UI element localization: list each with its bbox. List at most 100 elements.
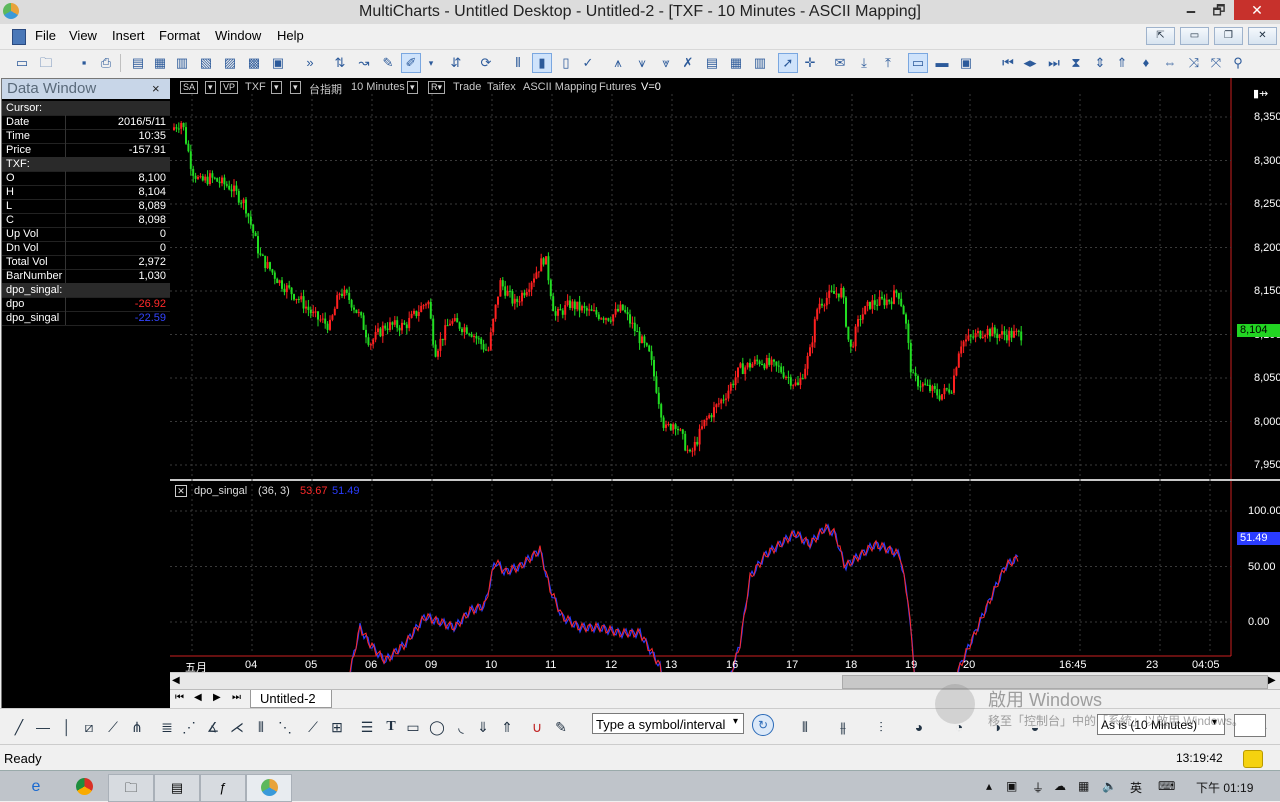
kagi-icon[interactable]: ⩔ xyxy=(656,53,676,73)
tick-chart-icon[interactable]: ⫴ xyxy=(796,718,814,736)
crosshair-icon[interactable]: ✛ xyxy=(800,53,820,73)
format-icon[interactable]: ✎ xyxy=(378,53,398,73)
text-tool-icon[interactable]: T xyxy=(382,718,400,736)
trend-line-icon[interactable]: ╱ xyxy=(10,718,28,736)
mdi-close-button[interactable]: ✕ xyxy=(1248,27,1277,45)
symbol-input[interactable]: Type a symbol/interval xyxy=(592,713,744,734)
zoom-y-icon[interactable]: ⇕ xyxy=(1090,53,1110,73)
magnet-icon[interactable]: ∪ xyxy=(528,718,546,736)
ray-icon[interactable]: ⟋ xyxy=(104,718,122,736)
menu-view[interactable]: View xyxy=(69,28,97,43)
mdi-restore-button[interactable]: ❐ xyxy=(1214,27,1243,45)
channel-icon[interactable]: ⧄ xyxy=(80,718,98,736)
scanner-icon[interactable]: ▦ xyxy=(150,53,170,73)
tab-prev-icon[interactable]: ◀ xyxy=(194,692,202,703)
restore-button[interactable]: 🗗 xyxy=(1204,0,1234,20)
market-profile-icon[interactable]: ▥ xyxy=(750,53,770,73)
heatmap-icon[interactable]: ▦ xyxy=(726,53,746,73)
arrow-up-icon[interactable]: ⤒ xyxy=(878,53,898,73)
grid-tool-icon[interactable]: ⊞ xyxy=(328,718,346,736)
menu-window[interactable]: Window xyxy=(215,28,261,43)
portfolio-icon[interactable]: ▩ xyxy=(244,53,264,73)
draw-mode-dropdown-icon[interactable]: ▾ xyxy=(421,53,441,73)
expand-icon[interactable]: ⤨ xyxy=(1184,53,1204,73)
fibonacci-icon[interactable]: ≣ xyxy=(158,718,176,736)
symbol-list-dropdown-icon[interactable]: ▾ xyxy=(290,81,301,94)
axis-settings-icon[interactable]: ▮⇸ xyxy=(1253,87,1268,100)
scroll-back-icon[interactable]: ◂▸ xyxy=(1020,53,1040,73)
xo-icon[interactable]: ✗ xyxy=(678,53,698,73)
ohlc-bar-icon[interactable]: ⫴ xyxy=(508,53,528,73)
arc-icon[interactable]: ◟ xyxy=(452,718,470,736)
notepad-icon[interactable]: ▤ xyxy=(154,774,200,802)
open-folder-icon[interactable]: 🗀 xyxy=(36,53,56,73)
insert-indicator-icon[interactable]: ⇅ xyxy=(330,53,350,73)
sa-dropdown-icon[interactable]: ▾ xyxy=(205,81,216,94)
chrome-icon[interactable] xyxy=(62,774,106,800)
scroll-right-arrow-icon[interactable]: ▶ xyxy=(1268,675,1276,686)
report-icon[interactable]: ▣ xyxy=(268,53,288,73)
file-explorer-icon[interactable]: 🗀 xyxy=(108,774,154,802)
range-chart-icon[interactable]: ⫶ xyxy=(872,718,890,736)
ie-icon[interactable]: e xyxy=(14,774,58,800)
scroll-left-icon[interactable]: ⏮ xyxy=(998,53,1018,73)
sa-button[interactable]: SA xyxy=(180,81,199,94)
pointer-icon[interactable]: ➚ xyxy=(778,53,798,73)
save-icon[interactable]: ▪ xyxy=(74,53,94,73)
andrews-pitchfork-icon[interactable]: ⋔ xyxy=(128,718,146,736)
symbol-dropdown-icon[interactable]: ▾ xyxy=(271,81,282,94)
renko-chart-icon[interactable]: ◕ xyxy=(910,718,928,736)
zoom-icon[interactable]: ⚲ xyxy=(1228,53,1248,73)
usb-icon[interactable]: ⏚ xyxy=(1032,779,1044,796)
vp-button[interactable]: VP xyxy=(220,81,239,94)
chart-window-icon[interactable]: ▤ xyxy=(128,53,148,73)
data-window-icon[interactable]: ▭ xyxy=(908,53,928,73)
gann-fan-icon[interactable]: ⋌ xyxy=(228,718,246,736)
network-icon[interactable]: ▦ xyxy=(1078,779,1089,793)
fib-fan-icon[interactable]: ⋰ xyxy=(180,718,198,736)
rectangle-icon[interactable]: ▭ xyxy=(404,718,422,736)
move-horizontal-icon[interactable]: ⇔ xyxy=(1160,53,1180,73)
eraser-icon[interactable]: ✎ xyxy=(552,718,570,736)
interval-dropdown-icon[interactable]: ▾ xyxy=(407,81,418,94)
down-arrow-icon[interactable]: ⇓ xyxy=(474,718,492,736)
volume-chart-icon[interactable]: ⫵ xyxy=(834,718,852,736)
volume-icon[interactable]: 🔈 xyxy=(1102,779,1117,793)
order-ticket-icon[interactable]: ▣ xyxy=(956,53,976,73)
editor-icon[interactable]: ƒ xyxy=(200,774,246,802)
toolbar-overflow-icon[interactable]: » xyxy=(300,53,320,73)
zoom-x-icon[interactable]: ⧗ xyxy=(1066,53,1086,73)
minimize-button[interactable]: 🗕 xyxy=(1176,0,1206,20)
order-entry-icon[interactable]: ▧ xyxy=(196,53,216,73)
trade-bar-icon[interactable]: ⇵ xyxy=(446,53,466,73)
ime-indicator[interactable]: 英 xyxy=(1130,779,1142,796)
menu-format[interactable]: Format xyxy=(159,28,200,43)
menu-insert[interactable]: Insert xyxy=(112,28,145,43)
connection-status-icon[interactable] xyxy=(1243,750,1263,768)
time-zones-icon[interactable]: ⦀ xyxy=(252,718,270,736)
close-button[interactable]: ✕ xyxy=(1234,0,1280,20)
price-chart[interactable] xyxy=(170,78,1280,672)
candlestick-icon[interactable]: ▮ xyxy=(532,53,552,73)
remove-indicator-icon[interactable]: ✕ xyxy=(175,485,187,497)
up-arrow-icon[interactable]: ⇑ xyxy=(498,718,516,736)
ellipse-icon[interactable]: ◯ xyxy=(428,718,446,736)
insert-signal-icon[interactable]: ↝ xyxy=(354,53,374,73)
refresh-icon[interactable]: ⟳ xyxy=(476,53,496,73)
regression-icon[interactable]: ⟋ xyxy=(304,718,322,736)
range-button[interactable]: R▾ xyxy=(428,81,446,94)
volume-profile-icon[interactable]: ▤ xyxy=(702,53,722,73)
close-icon[interactable]: × xyxy=(152,81,160,96)
tab-untitled-2[interactable]: Untitled-2 xyxy=(250,690,332,708)
dom-icon[interactable]: ▥ xyxy=(172,53,192,73)
mdi-minimize-button[interactable]: ▭ xyxy=(1180,27,1209,45)
chart-scrollbar[interactable]: ◀ ▶ xyxy=(170,672,1280,690)
status-line-icon[interactable]: ▬ xyxy=(932,53,952,73)
menu-file[interactable]: File xyxy=(35,28,56,43)
tab-last-icon[interactable]: ⏭ xyxy=(232,692,241,703)
fib-extension-icon[interactable]: ∡ xyxy=(204,718,222,736)
text-list-icon[interactable]: ☰ xyxy=(358,718,376,736)
taskbar-clock[interactable]: 下午 01:19 xyxy=(1196,779,1253,796)
monitor-icon[interactable]: ▣ xyxy=(1006,779,1017,793)
arrow-down-icon[interactable]: ⤓ xyxy=(854,53,874,73)
